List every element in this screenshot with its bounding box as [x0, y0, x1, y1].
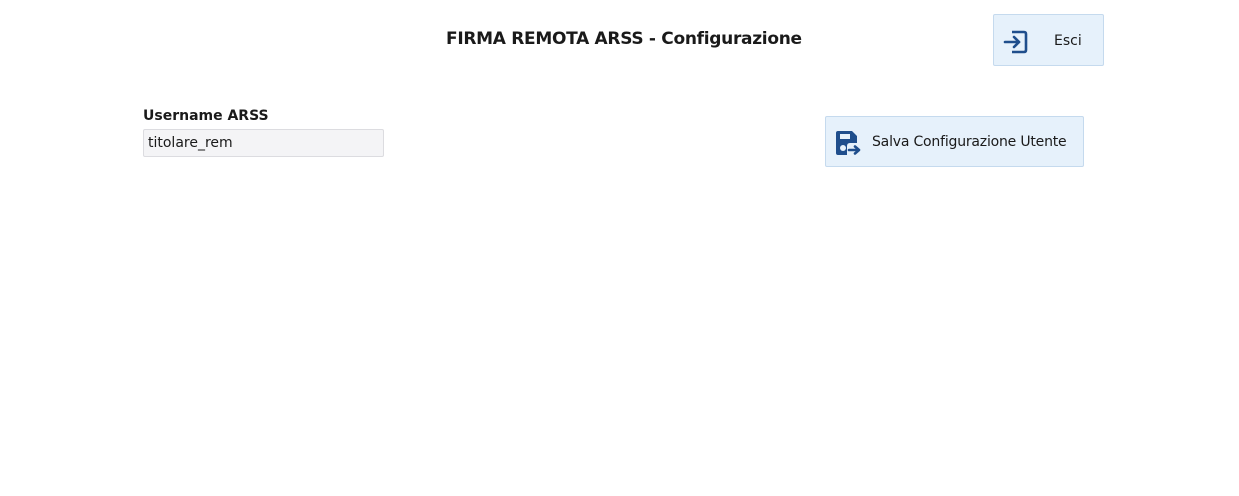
- username-input[interactable]: [143, 129, 384, 157]
- page-title: FIRMA REMOTA ARSS - Configurazione: [446, 29, 802, 49]
- exit-button[interactable]: Esci: [993, 14, 1104, 66]
- save-config-button-label: Salva Configurazione Utente: [872, 134, 1067, 150]
- exit-button-label: Esci: [1054, 33, 1082, 49]
- save-config-button[interactable]: Salva Configurazione Utente: [825, 116, 1084, 167]
- exit-icon: [1001, 27, 1031, 57]
- config-page: FIRMA REMOTA ARSS - Configurazione Esci …: [0, 0, 1239, 496]
- save-icon: [833, 128, 863, 158]
- username-label: Username ARSS: [143, 108, 269, 124]
